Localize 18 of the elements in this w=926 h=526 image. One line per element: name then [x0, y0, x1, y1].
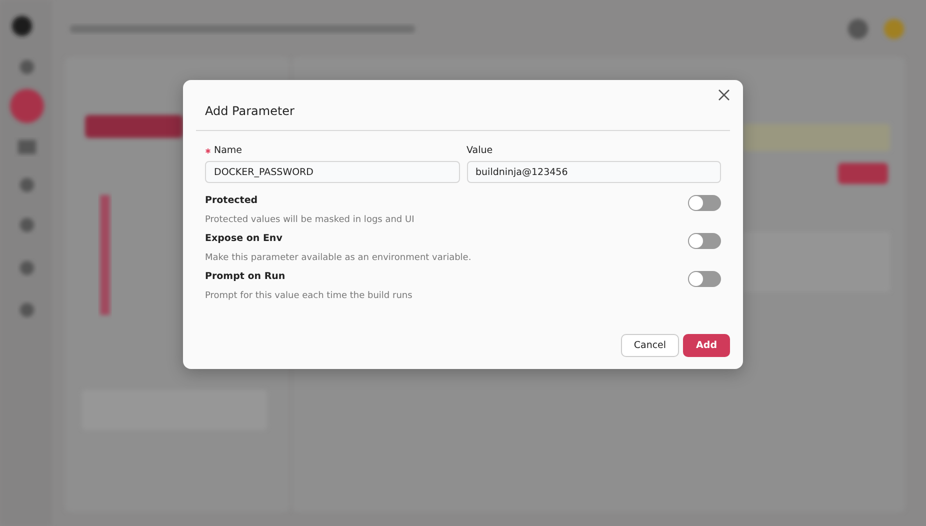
field-label: Name: [214, 145, 242, 156]
option-description: Protected values will be masked in logs and UI: [205, 215, 414, 225]
option-title: Protected: [205, 195, 259, 206]
option-title: Prompt on Run: [205, 271, 286, 282]
required-asterisk-icon: [205, 148, 211, 154]
cancel-button[interactable]: Cancel: [620, 334, 680, 357]
field-label: Value: [466, 145, 493, 156]
option-description: Make this parameter available as an environment variable.: [205, 253, 472, 263]
input-field[interactable]: buildninja@123456: [466, 161, 721, 183]
input-field[interactable]: DOCKER_PASSWORD: [205, 161, 460, 183]
toggle-switch[interactable]: [688, 233, 721, 249]
option-description: Prompt for this value each time the build runs: [205, 291, 412, 301]
option-title: Expose on Env: [205, 233, 284, 244]
toggle-switch[interactable]: [688, 271, 721, 287]
close-icon[interactable]: [718, 89, 730, 101]
toggle-switch[interactable]: [688, 195, 721, 211]
dialog-title: Add Parameter: [205, 104, 294, 118]
add-button[interactable]: Add: [683, 334, 730, 357]
